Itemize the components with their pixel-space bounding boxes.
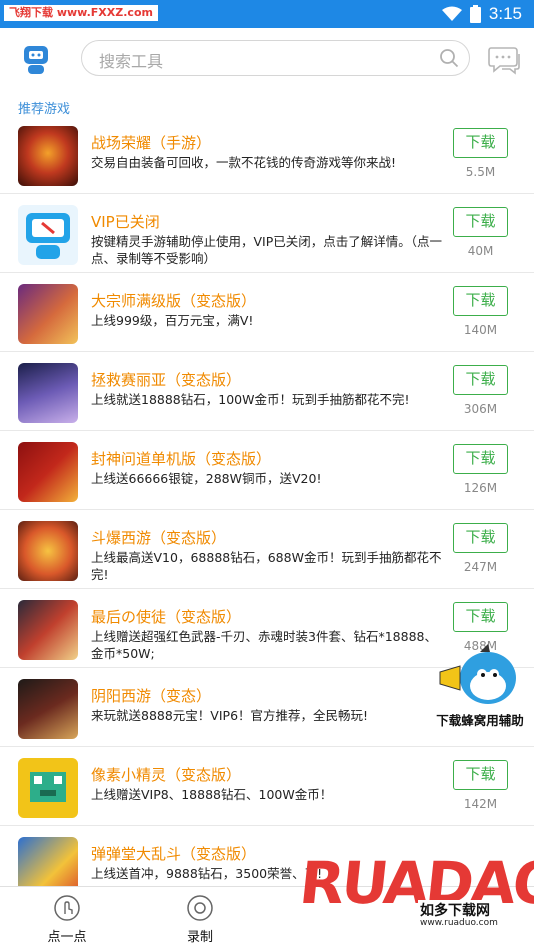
game-title[interactable]: VIP已关闭 (91, 211, 160, 232)
game-description: 上线最高送V10，68888钻石，688W金币！玩到手抽筋都花不完! (91, 550, 442, 582)
file-size: 5.5M (465, 165, 496, 179)
game-description: 上线就送18888钻石，100W金币！玩到手抽筋都花不完! (91, 392, 410, 407)
game-description: 上线赠送超强红色武器-千刃、赤魂时装3件套、钻石*18888、金币*50W; (91, 629, 437, 661)
list-item[interactable]: 拯救赛丽亚（变态版） 上线就送18888钻石，100W金币！玩到手抽筋都花不完!… (0, 353, 534, 431)
list-item[interactable]: 像素小精灵（变态版） 上线赠送VIP8、18888钻石、100W金币！ 下载 1… (0, 748, 534, 826)
status-bar: 飞翔下载 www.FXXZ.com 3:15 (0, 0, 534, 28)
list-item[interactable]: 大宗师满级版（变态版） 上线999级，百万元宝，满V! 下载 140M (0, 274, 534, 352)
ruadao-site-url: www.ruaduo.com (418, 918, 500, 928)
list-item[interactable]: 战场荣耀（手游） 交易自由装备可回收，一款不花钱的传奇游戏等你来战! 下载 5.… (0, 116, 534, 194)
download-button[interactable]: 下载 (453, 286, 508, 316)
ruadao-watermark: RUADAO 如多下载网 www.ruaduo.com (296, 848, 534, 949)
tab-label: 录制 (186, 930, 213, 945)
game-description: 上线赠送VIP8、18888钻石、100W金币！ (91, 787, 333, 802)
game-title[interactable]: 弹弹堂大乱斗（变态版） (91, 843, 256, 864)
game-thumbnail[interactable] (18, 679, 78, 739)
game-thumbnail[interactable] (18, 363, 78, 423)
game-title[interactable]: 拯救赛丽亚（变态版） (91, 369, 241, 390)
mascot-caption[interactable]: 下载蜂窝用辅助 (430, 710, 530, 729)
search-placeholder: 搜索工具 (99, 52, 164, 71)
vip-closed-icon (26, 213, 70, 259)
list-item[interactable]: 斗爆西游（变态版） 上线最高送V10，68888钻石，688W金币！玩到手抽筋都… (0, 511, 534, 589)
search-input[interactable]: 搜索工具 (81, 40, 470, 76)
section-title: 推荐游戏 (18, 102, 71, 117)
game-description: 上线送66666银锭，288W铜币，送V20! (91, 471, 322, 486)
game-thumbnail[interactable] (18, 758, 78, 818)
tab-tap[interactable]: 点一点 (27, 895, 107, 945)
download-button[interactable]: 下载 (453, 602, 508, 632)
list-item[interactable]: 封神问道单机版（变态版） 上线送66666银锭，288W铜币，送V20! 下载 … (0, 432, 534, 510)
game-title[interactable]: 像素小精灵（变态版） (91, 764, 241, 785)
wifi-icon (441, 6, 462, 21)
chat-icon[interactable] (488, 44, 522, 76)
download-button[interactable]: 下载 (453, 523, 508, 553)
game-thumbnail[interactable] (18, 126, 78, 186)
game-title[interactable]: 最后の使徒（变态版） (91, 606, 241, 627)
ruadao-site-name: 如多下载网 (418, 900, 492, 920)
download-button[interactable]: 下载 (453, 207, 508, 237)
tab-record[interactable]: 录制 (160, 895, 240, 945)
file-size: 306M (463, 402, 498, 416)
search-icon[interactable] (439, 48, 459, 68)
game-description: 来玩就送8888元宝！VIP6！官方推荐，全民畅玩! (91, 708, 369, 723)
game-thumbnail[interactable] (18, 205, 78, 265)
list-item[interactable]: VIP已关闭 按键精灵手游辅助停止使用，VIP已关闭，点击了解详情。（点一点、录… (0, 195, 534, 273)
status-icons: 3:15 (441, 4, 522, 24)
file-size: 140M (463, 323, 498, 337)
download-button[interactable]: 下载 (453, 444, 508, 474)
watermark-label: 飞翔下载 www.FXXZ.com (4, 5, 158, 21)
game-title[interactable]: 封神问道单机版（变态版） (91, 448, 271, 469)
download-button[interactable]: 下载 (453, 365, 508, 395)
game-title[interactable]: 战场荣耀（手游） (91, 132, 211, 153)
file-size: 142M (463, 797, 498, 811)
header: 搜索工具 (0, 28, 534, 92)
download-button[interactable]: 下载 (453, 128, 508, 158)
game-thumbnail[interactable] (18, 521, 78, 581)
tab-label: 点一点 (47, 930, 87, 945)
game-title[interactable]: 大宗师满级版（变态版） (91, 290, 256, 311)
ruadao-logo: RUADAO (296, 849, 534, 917)
pixel-sprite-icon (30, 772, 66, 802)
file-size: 126M (463, 481, 498, 495)
game-thumbnail[interactable] (18, 442, 78, 502)
game-description: 上线999级，百万元宝，满V! (91, 313, 254, 328)
record-icon (187, 895, 213, 921)
battery-icon (469, 5, 481, 23)
download-button[interactable]: 下载 (453, 760, 508, 790)
file-size: 247M (463, 560, 498, 574)
game-thumbnail[interactable] (18, 284, 78, 344)
game-description: 按键精灵手游辅助停止使用，VIP已关闭，点击了解详情。（点一点、录制等不受影响） (91, 234, 443, 266)
game-description: 交易自由装备可回收，一款不花钱的传奇游戏等你来战! (91, 155, 397, 170)
status-time: 3:15 (488, 4, 522, 23)
robot-icon[interactable] (20, 43, 52, 77)
game-title[interactable]: 阴阳西游（变态） (91, 685, 211, 706)
file-size: 40M (467, 244, 494, 258)
game-thumbnail[interactable] (18, 600, 78, 660)
game-title[interactable]: 斗爆西游（变态版） (91, 527, 226, 548)
tap-icon (54, 895, 80, 921)
